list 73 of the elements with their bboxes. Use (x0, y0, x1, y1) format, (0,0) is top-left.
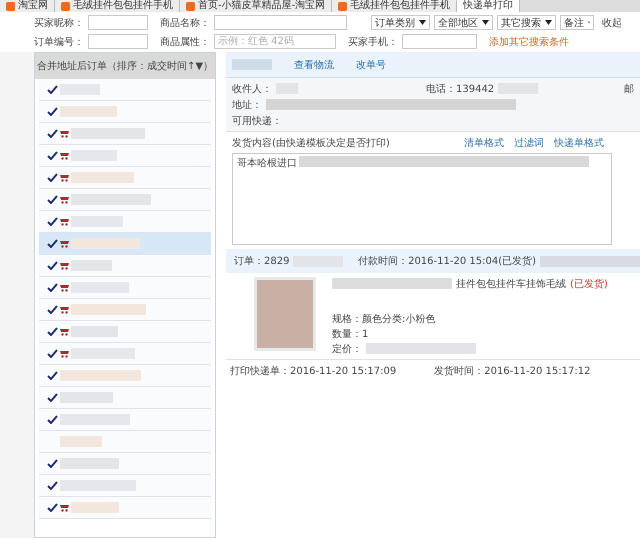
order-number: 订单：2829 (234, 254, 290, 268)
redacted-block (71, 502, 119, 513)
check-icon[interactable] (47, 327, 58, 336)
spec-text: 定价： (332, 342, 362, 356)
check-icon[interactable] (47, 151, 58, 160)
ship-time: 发货时间：2016-11-20 15:17:12 (434, 364, 590, 378)
check-icon[interactable] (47, 371, 58, 380)
check-icon[interactable] (47, 107, 58, 116)
check-icon[interactable] (47, 217, 58, 226)
field-label: 订单编号： (34, 36, 84, 48)
field-label: 商品属性： (160, 36, 210, 48)
content-label: 发货内容(由快递模板决定是否打印) (232, 136, 390, 150)
dropdown[interactable]: 备注 (560, 15, 594, 30)
field-label: 商品名称： (160, 16, 210, 30)
content-textarea[interactable]: 哥本哈根进口 (232, 153, 612, 245)
cut-label: 邮 (624, 82, 634, 96)
favicon-icon (338, 2, 348, 10)
browser-tab[interactable]: 毛绒挂件包包挂件手机 (332, 0, 458, 12)
action-link[interactable]: 改单号 (356, 58, 386, 72)
format-link[interactable]: 清单格式 (464, 136, 504, 150)
dropdown-arrow-icon (482, 20, 489, 25)
dropdown[interactable]: 订单类别 (371, 15, 430, 30)
address-label: 地址： (232, 98, 262, 112)
check-icon[interactable] (47, 239, 58, 248)
action-link[interactable]: 查看物流 (294, 58, 334, 72)
browser-tab[interactable]: 毛绒挂件包包挂件手机 (55, 0, 180, 12)
redacted-block (71, 238, 140, 249)
spec-text: 规格：颜色分类:小粉色 (332, 312, 436, 326)
check-icon[interactable] (47, 283, 58, 292)
dropdown[interactable]: 全部地区 (434, 15, 493, 30)
check-icon[interactable] (47, 393, 58, 402)
check-icon[interactable] (47, 173, 58, 182)
search-field[interactable] (88, 34, 148, 49)
format-link[interactable]: 过滤词 (514, 136, 544, 150)
redacted-block (71, 172, 134, 183)
check-icon[interactable] (47, 481, 58, 490)
collapse-link[interactable]: 收起 (602, 16, 622, 30)
list-header: 合并地址后订单（排序：成交时间↑▼） (35, 53, 215, 79)
search-field[interactable] (214, 15, 347, 30)
favicon-icon (186, 2, 195, 10)
spec-text: 数量：1 (332, 328, 368, 340)
check-icon[interactable] (47, 415, 58, 424)
check-icon[interactable] (47, 349, 58, 358)
print-time: 打印快递单：2016-11-20 15:17:09 (230, 364, 396, 378)
add-search-link[interactable]: 添加其它搜索条件 (489, 34, 569, 48)
dropdown-arrow-icon (545, 20, 552, 25)
phone-text: 电话：139442 (426, 82, 494, 96)
redacted-block (60, 106, 117, 117)
recipient-label: 收件人： (232, 82, 272, 96)
dropdown[interactable]: 其它搜索 (497, 15, 556, 30)
search-field[interactable]: 示例：红色 42码 (214, 34, 336, 49)
check-icon[interactable] (47, 261, 58, 270)
payment-time: 付款时间：2016-11-20 15:04(已发货) (358, 254, 536, 268)
product-title[interactable]: 挂件包包挂件车挂饰毛绒 (456, 276, 566, 290)
format-link[interactable]: 快递单格式 (554, 136, 604, 150)
favicon-icon (6, 2, 15, 10)
redacted-block (60, 436, 102, 447)
dropdown-arrow-icon (419, 20, 426, 25)
courier-label: 可用快递： (232, 114, 282, 128)
status-text: (已发货) (570, 278, 608, 290)
field-label: 买家手机： (348, 36, 398, 48)
check-icon[interactable] (47, 85, 58, 94)
check-icon[interactable] (47, 195, 58, 204)
field-label: 买家昵称： (34, 16, 84, 30)
order-row[interactable] (39, 431, 211, 453)
redacted-block (232, 59, 272, 70)
check-icon[interactable] (47, 305, 58, 314)
favicon-icon (61, 2, 70, 10)
check-icon[interactable] (47, 503, 58, 512)
check-icon[interactable] (47, 129, 58, 138)
search-field[interactable] (402, 34, 477, 49)
search-field[interactable] (88, 15, 148, 30)
check-icon[interactable] (47, 459, 58, 468)
